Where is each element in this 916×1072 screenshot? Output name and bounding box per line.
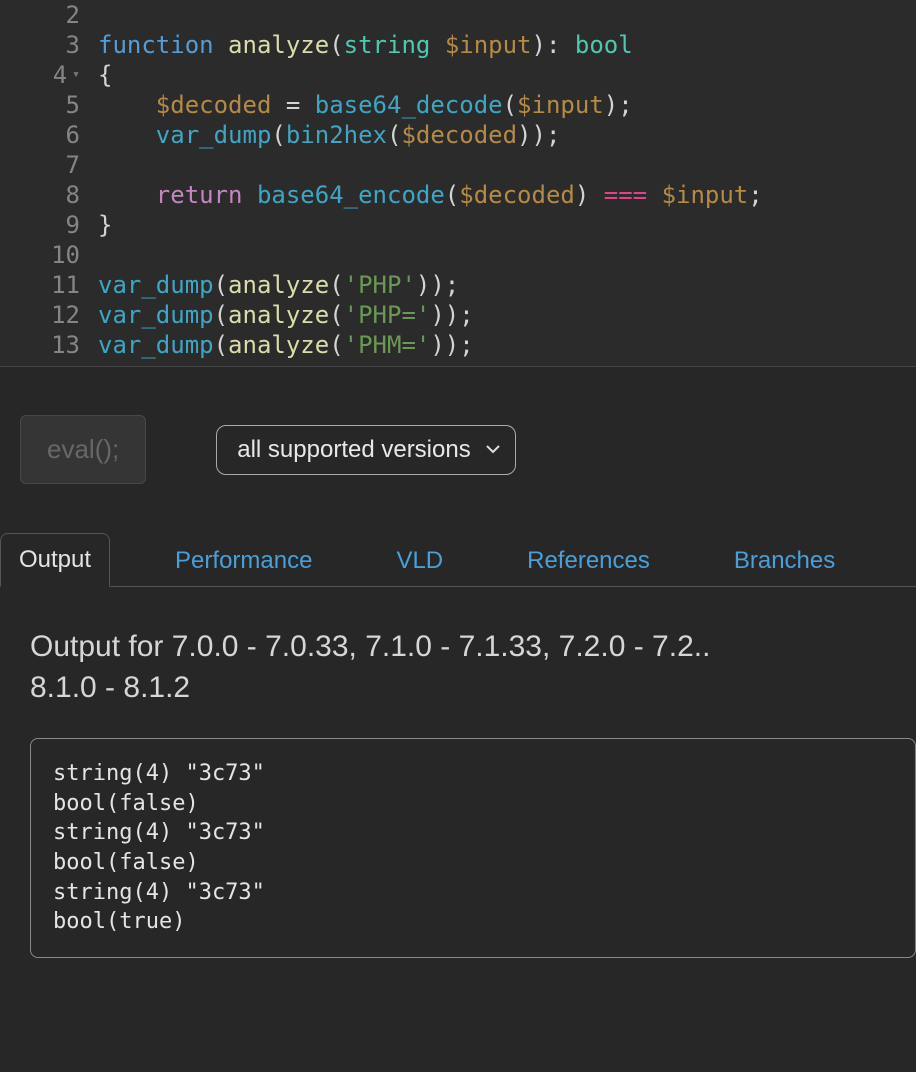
code-line[interactable]: var_dump(bin2hex($decoded)); <box>98 120 916 150</box>
line-number: 10 <box>8 240 80 270</box>
version-select-value: all supported versions <box>237 436 470 463</box>
line-number: 8 <box>8 180 80 210</box>
line-number: 4▾ <box>8 60 80 90</box>
output-panel: Output for 7.0.0 - 7.0.33, 7.1.0 - 7.1.3… <box>0 587 916 958</box>
line-number: 7 <box>8 150 80 180</box>
tab-references[interactable]: References <box>508 534 669 587</box>
output-heading: Output for 7.0.0 - 7.0.33, 7.1.0 - 7.1.3… <box>30 627 916 708</box>
controls-bar: eval(); all supported versions <box>0 367 916 532</box>
fold-icon[interactable]: ▾ <box>72 60 80 90</box>
code-editor[interactable]: 234▾5678910111213 function analyze(strin… <box>0 0 916 367</box>
code-line[interactable]: { <box>98 60 916 90</box>
code-line[interactable]: } <box>98 210 916 240</box>
code-line[interactable]: function analyze(string $input): bool <box>98 30 916 60</box>
code-line[interactable]: return base64_encode($decoded) === $inpu… <box>98 180 916 210</box>
output-text: string(4) "3c73" bool(false) string(4) "… <box>30 738 916 958</box>
code-line[interactable]: var_dump(analyze('PHP')); <box>98 270 916 300</box>
line-number: 9 <box>8 210 80 240</box>
code-line[interactable] <box>98 0 916 30</box>
output-tabs: Output Performance VLD References Branches <box>0 532 916 587</box>
code-line[interactable]: $decoded = base64_decode($input); <box>98 90 916 120</box>
tab-output[interactable]: Output <box>0 533 110 587</box>
version-select[interactable]: all supported versions <box>216 425 515 475</box>
line-gutter: 234▾5678910111213 <box>0 0 98 360</box>
line-number: 13 <box>8 330 80 360</box>
tab-vld[interactable]: VLD <box>377 534 462 587</box>
code-line[interactable] <box>98 240 916 270</box>
line-number: 5 <box>8 90 80 120</box>
code-line[interactable]: var_dump(analyze('PHP=')); <box>98 300 916 330</box>
line-number: 2 <box>8 0 80 30</box>
eval-button[interactable]: eval(); <box>20 415 146 484</box>
tab-branches[interactable]: Branches <box>715 534 854 587</box>
line-number: 11 <box>8 270 80 300</box>
code-line[interactable] <box>98 150 916 180</box>
line-number: 6 <box>8 120 80 150</box>
chevron-down-icon <box>485 436 501 464</box>
code-line[interactable]: var_dump(analyze('PHM=')); <box>98 330 916 360</box>
code-area[interactable]: function analyze(string $input): bool{ $… <box>98 0 916 360</box>
line-number: 12 <box>8 300 80 330</box>
tab-performance[interactable]: Performance <box>156 534 331 587</box>
line-number: 3 <box>8 30 80 60</box>
